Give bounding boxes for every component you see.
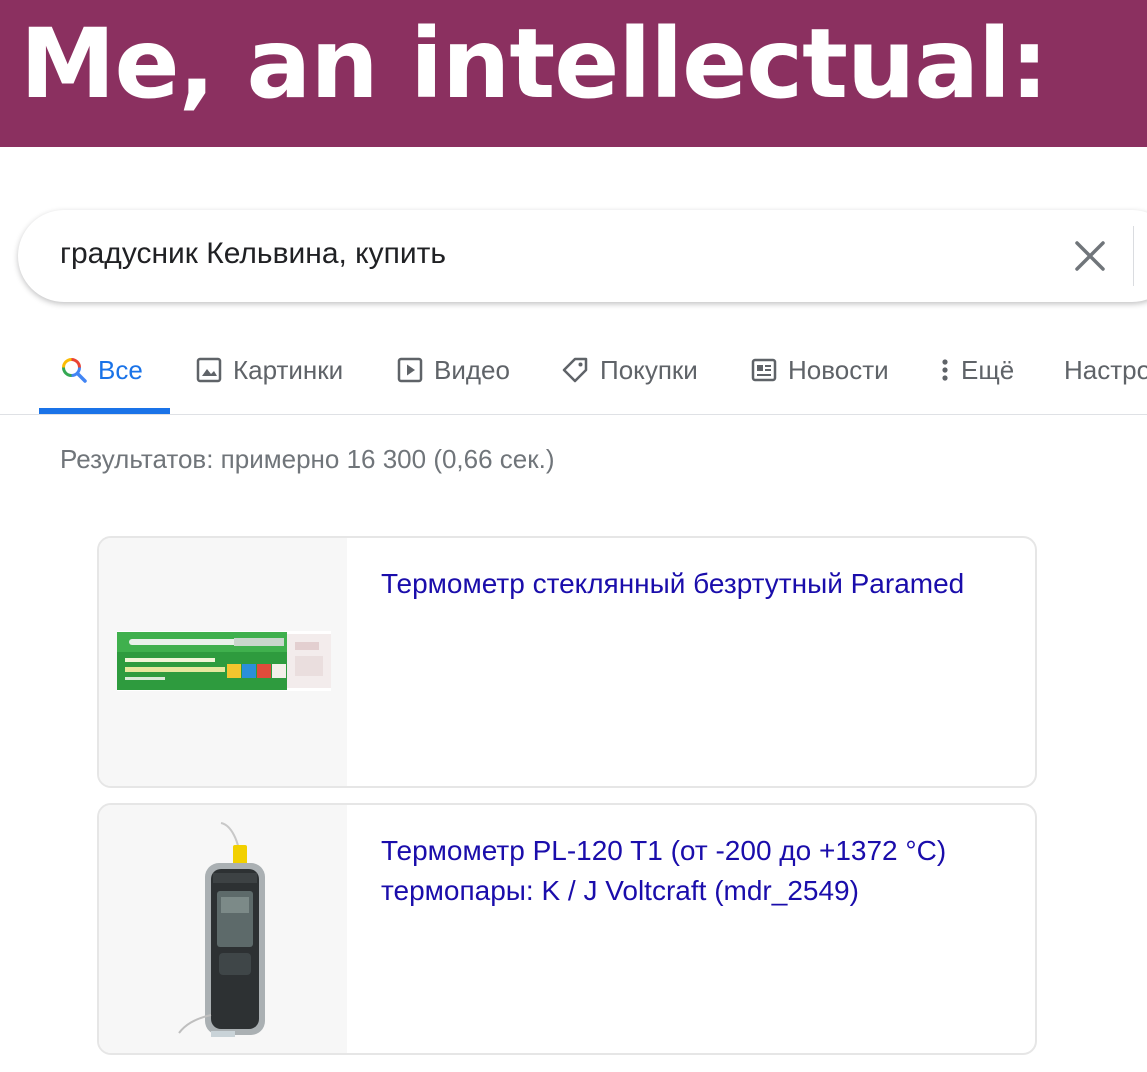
tab-shopping[interactable]: Покупки xyxy=(560,340,698,400)
tab-video[interactable]: Видео xyxy=(396,340,510,400)
product-card[interactable]: Термометр стеклянный безртутный Paramed xyxy=(97,536,1037,788)
tab-images-label: Картинки xyxy=(233,354,344,385)
close-icon[interactable] xyxy=(1068,234,1112,278)
tab-all-label: Все xyxy=(98,354,143,385)
newspaper-icon xyxy=(750,356,778,384)
tab-more-label: Ещё xyxy=(961,354,1015,385)
image-icon xyxy=(195,356,223,384)
search-input[interactable]: градусник Кельвина, купить xyxy=(60,237,446,271)
search-tabs: Все Картинки Видео Покупки Новости Ещё Н… xyxy=(0,340,1147,415)
results-stats: Результатов: примерно 16 300 (0,66 сек.) xyxy=(60,444,555,474)
tab-video-label: Видео xyxy=(434,354,510,385)
tab-settings[interactable]: Настро xyxy=(1064,340,1147,400)
tab-more[interactable]: Ещё xyxy=(935,340,1014,400)
play-icon xyxy=(396,356,424,384)
product-title[interactable]: Термометр PL-120 T1 (от -200 до +1372 °C… xyxy=(381,831,1001,911)
tabs-divider xyxy=(0,414,1147,415)
tab-news-label: Новости xyxy=(788,354,889,385)
tab-shopping-label: Покупки xyxy=(600,354,698,385)
tab-images[interactable]: Картинки xyxy=(195,340,343,400)
search-box[interactable]: градусник Кельвина, купить xyxy=(18,210,1147,302)
tab-settings-label: Настро xyxy=(1064,354,1147,385)
digital-thermometer-product-image[interactable] xyxy=(99,805,347,1053)
more-vert-icon xyxy=(935,356,955,384)
tab-all[interactable]: Все xyxy=(60,340,143,400)
product-title[interactable]: Термометр стеклянный безртутный Paramed xyxy=(381,564,1001,604)
search-icon xyxy=(60,356,88,384)
glass-thermometer-product-image[interactable] xyxy=(99,538,347,786)
tab-news[interactable]: Новости xyxy=(750,340,889,400)
meme-banner: Me, an intellectual: xyxy=(0,0,1147,147)
tag-icon xyxy=(560,355,590,385)
search-divider xyxy=(1133,226,1134,286)
meme-caption: Me, an intellectual: xyxy=(20,8,1048,120)
product-card[interactable]: Термометр PL-120 T1 (от -200 до +1372 °C… xyxy=(97,803,1037,1055)
